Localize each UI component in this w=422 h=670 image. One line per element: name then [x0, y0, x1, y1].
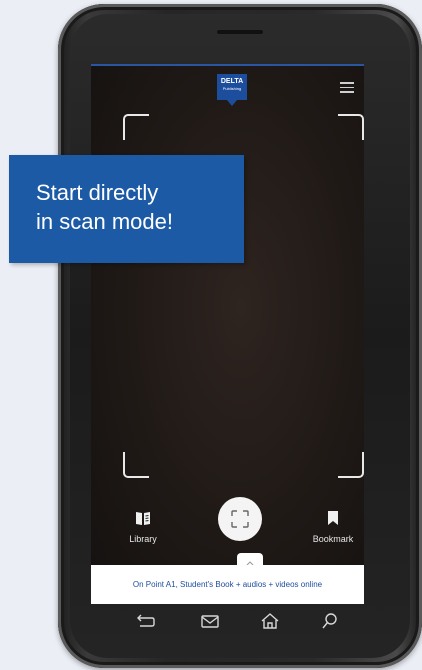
phone-earpiece	[217, 30, 263, 34]
scan-frame-icon	[231, 510, 249, 528]
promo-line-1: Start directly	[36, 180, 159, 205]
scan-button[interactable]	[218, 497, 262, 541]
info-drawer-handle[interactable]	[237, 553, 263, 566]
search-icon[interactable]	[320, 612, 340, 630]
scan-frame-corner-top-left	[123, 114, 149, 140]
promo-line-2: in scan mode!	[36, 209, 173, 234]
android-nav-bar	[92, 608, 364, 638]
back-icon[interactable]	[136, 612, 156, 630]
logo-subtext: Publishing	[222, 86, 242, 91]
library-button[interactable]: Library	[113, 510, 173, 544]
mail-icon[interactable]	[200, 612, 220, 630]
book-title: On Point A1, Student's Book + audios + v…	[132, 580, 323, 589]
top-accent-line	[91, 64, 364, 66]
home-icon[interactable]	[260, 612, 280, 630]
scan-frame-corner-top-right	[338, 114, 364, 140]
book-info-bar[interactable]: On Point A1, Student's Book + audios + v…	[91, 565, 364, 604]
bookmark-button[interactable]: Bookmark	[303, 510, 363, 544]
bookmark-icon	[328, 511, 338, 525]
menu-icon[interactable]	[340, 82, 354, 93]
scan-frame-corner-bottom-left	[123, 452, 149, 478]
scan-frame-corner-bottom-right	[338, 452, 364, 478]
book-icon	[136, 512, 150, 525]
promo-badge: Start directly in scan mode!	[9, 155, 244, 263]
delta-logo: DELTA Publishing	[217, 74, 247, 106]
library-label: Library	[129, 534, 157, 544]
app-screen: DELTA Publishing Library Bookmark On Poi…	[91, 64, 364, 604]
logo-text: DELTA	[220, 78, 244, 85]
bookmark-label: Bookmark	[312, 534, 354, 544]
